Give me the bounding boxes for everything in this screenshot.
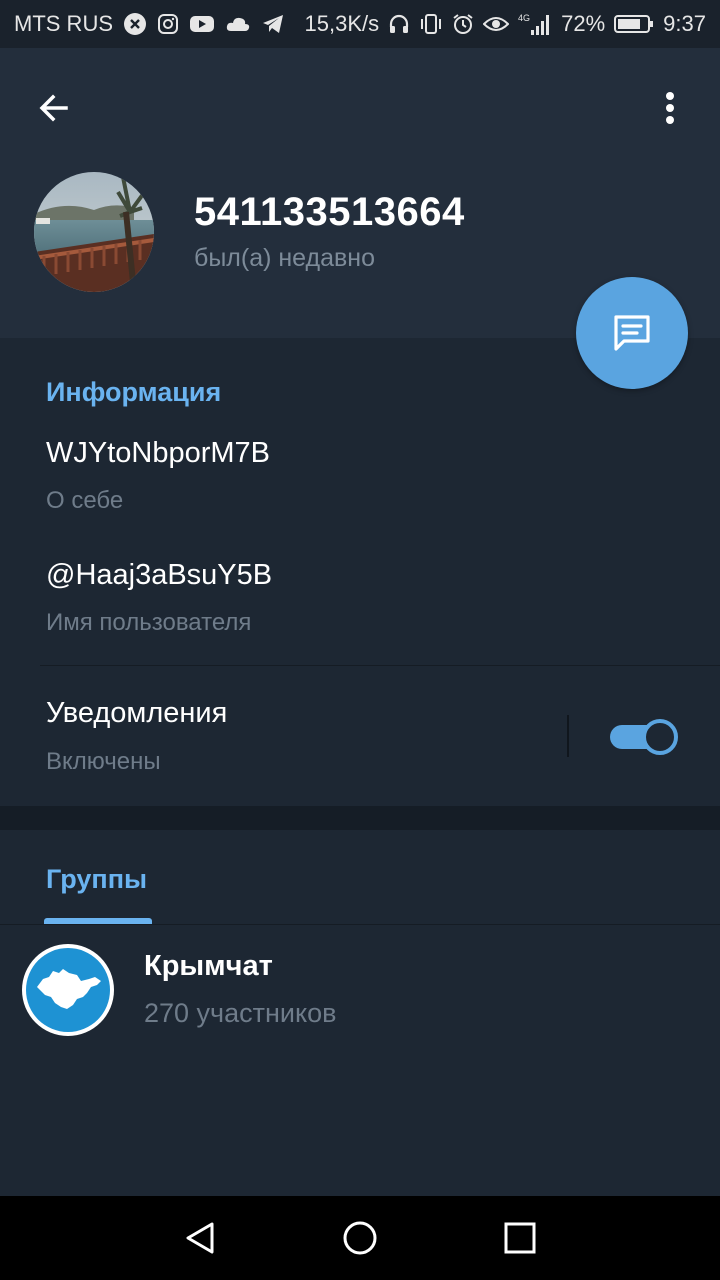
signal-icon: 4G — [518, 12, 552, 36]
eye-icon — [483, 15, 510, 33]
groups-section: Группы Крымчат 270 участников — [0, 830, 720, 1196]
network-speed: 15,3K/s — [304, 11, 380, 36]
youtube-icon — [189, 14, 215, 34]
telegram-icon — [261, 13, 285, 35]
arrow-left-icon — [39, 94, 68, 122]
back-button[interactable] — [26, 80, 82, 136]
square-recents-icon — [504, 1222, 536, 1254]
message-icon — [614, 315, 650, 351]
avatar[interactable] — [34, 172, 154, 292]
vibrate-icon — [419, 13, 443, 35]
headphones-icon — [388, 13, 410, 35]
info-section-title: Информация — [46, 377, 222, 407]
circle-home-icon — [343, 1221, 377, 1255]
divider — [40, 665, 720, 666]
bio-label: О себе — [46, 487, 124, 514]
section-gap — [0, 806, 720, 830]
tab-groups[interactable]: Группы — [46, 864, 147, 895]
bio-value[interactable]: WJYtoNbporM7B — [46, 437, 270, 470]
nav-home-button[interactable] — [332, 1212, 388, 1264]
notifications-label[interactable]: Уведомления — [46, 697, 227, 730]
nav-recents-button[interactable] — [492, 1212, 548, 1264]
more-vertical-icon — [666, 92, 674, 124]
alarm-icon — [452, 13, 474, 35]
tab-divider — [0, 924, 720, 925]
carrier-label: MTS RUS — [14, 11, 113, 36]
status-bar: MTS RUS 15,3K/s 4G 72% 9:37 — [0, 0, 720, 48]
group-members-count: 270 участников — [144, 998, 337, 1028]
vertical-separator — [567, 715, 569, 757]
group-avatar — [22, 944, 114, 1036]
group-name: Крымчат — [144, 950, 273, 982]
instagram-icon — [157, 13, 179, 35]
notifications-toggle[interactable] — [610, 717, 678, 757]
username-label: Имя пользователя — [46, 609, 252, 636]
send-message-button[interactable] — [576, 277, 688, 389]
crimea-map-icon — [37, 969, 101, 1009]
notifications-status: Включены — [46, 748, 161, 775]
username-value[interactable]: @Haaj3aBsuY5B — [46, 559, 272, 592]
svg-text:4G: 4G — [518, 13, 530, 23]
bluetooth-off-icon — [123, 12, 147, 36]
profile-name: 541133513664 — [194, 190, 465, 234]
more-options-button[interactable] — [642, 80, 698, 136]
clock: 9:37 — [663, 11, 706, 36]
cloud-icon — [225, 15, 251, 33]
toggle-knob — [642, 719, 678, 755]
nav-back-button[interactable] — [172, 1212, 228, 1264]
system-nav-bar — [0, 1196, 720, 1280]
group-list-item[interactable]: Крымчат 270 участников — [0, 930, 720, 1050]
battery-icon — [614, 14, 654, 34]
battery-percent: 72% — [561, 11, 606, 36]
info-section: Информация WJYtoNbporM7B О себе @Haaj3aB… — [0, 339, 720, 806]
triangle-back-icon — [186, 1222, 214, 1254]
profile-last-seen: был(а) недавно — [194, 244, 376, 272]
